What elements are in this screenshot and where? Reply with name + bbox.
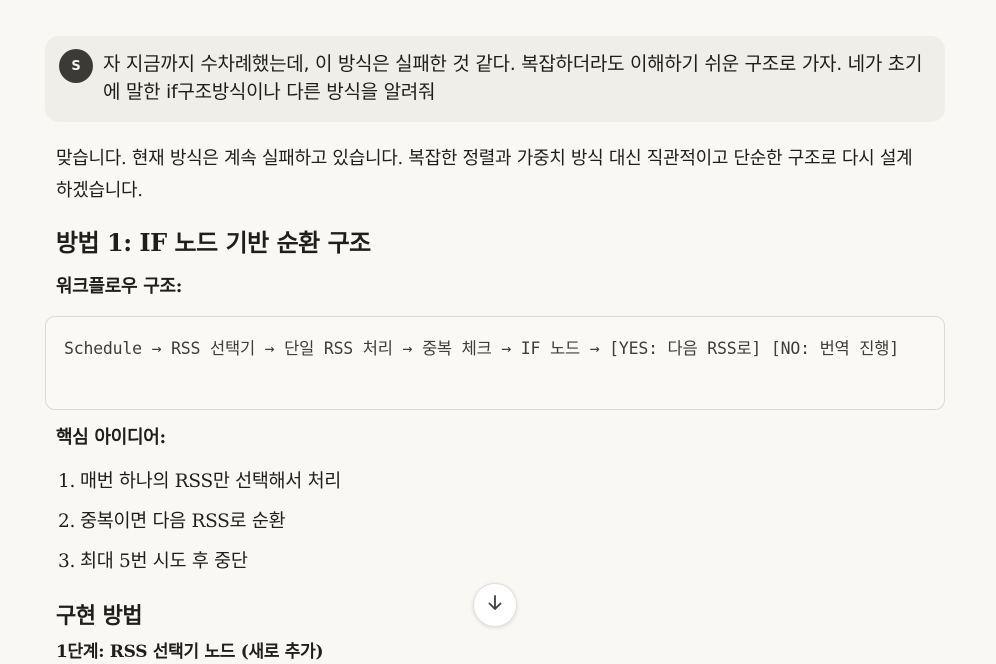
core-idea-list: 1. 매번 하나의 RSS만 선택해서 처리 2. 중복이면 다음 RSS로 순환 … — [58, 468, 341, 588]
workflow-label: 워크플로우 구조: — [56, 276, 183, 297]
implementation-heading: 구현 방법 — [56, 603, 143, 629]
implementation-step-line: 1단계: RSS 선택기 노드 (새로 추가) — [56, 642, 324, 662]
list-item-number: 1. — [58, 471, 76, 492]
list-item-text: 매번 하나의 RSS만 선택해서 처리 — [80, 471, 342, 492]
arrow-down-icon — [485, 593, 505, 617]
user-message-bubble: S 자 지금까지 수차례했는데, 이 방식은 실패한 것 같다. 복잡하더라도 … — [45, 36, 945, 122]
user-avatar: S — [59, 49, 93, 83]
method-heading: 방법 1: IF 노드 기반 순환 구조 — [56, 228, 371, 257]
list-item-text: 중복이면 다음 RSS로 순환 — [80, 511, 286, 532]
workflow-code-text: Schedule → RSS 선택기 → 단일 RSS 처리 → 중복 체크 →… — [64, 339, 899, 358]
core-idea-label: 핵심 아이디어: — [56, 427, 166, 448]
user-message-text: 자 지금까지 수차례했는데, 이 방식은 실패한 것 같다. 복잡하더라도 이해… — [103, 53, 923, 103]
list-item-number: 2. — [58, 511, 76, 532]
list-item: 1. 매번 하나의 RSS만 선택해서 처리 — [58, 468, 341, 508]
list-item-text: 최대 5번 시도 후 중단 — [80, 551, 248, 572]
list-item-number: 3. — [58, 551, 76, 572]
workflow-code-block[interactable]: Schedule → RSS 선택기 → 단일 RSS 처리 → 중복 체크 →… — [45, 316, 945, 410]
scroll-to-bottom-button[interactable] — [473, 583, 517, 627]
list-item: 2. 중복이면 다음 RSS로 순환 — [58, 508, 341, 548]
list-item: 3. 최대 5번 시도 후 중단 — [58, 548, 341, 588]
assistant-intro-paragraph: 맞습니다. 현재 방식은 계속 실패하고 있습니다. 복잡한 정렬과 가중치 방… — [56, 148, 913, 201]
